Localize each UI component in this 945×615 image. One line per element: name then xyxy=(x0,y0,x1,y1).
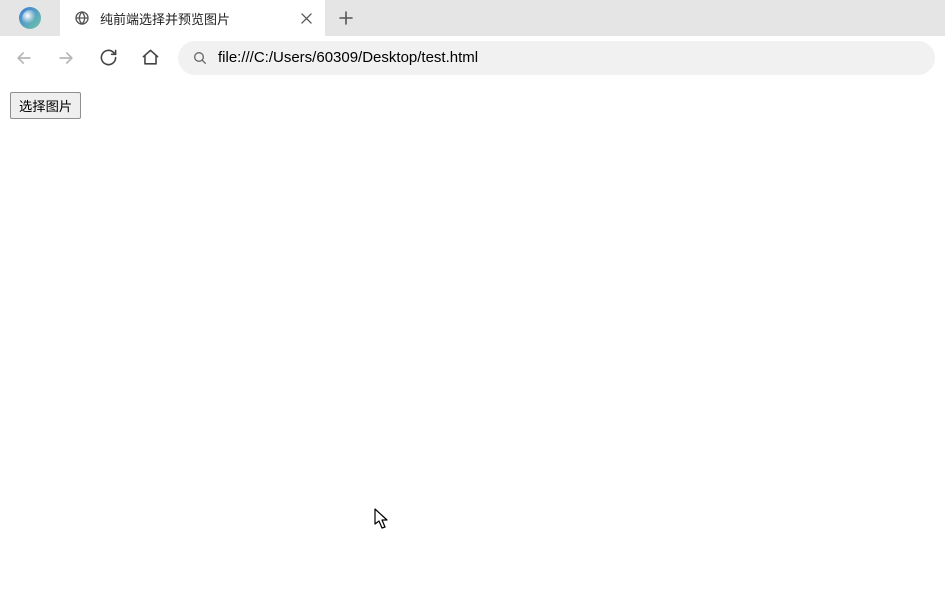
tab-close-button[interactable] xyxy=(297,9,315,27)
browser-logo xyxy=(0,0,60,36)
new-tab-button[interactable] xyxy=(329,2,363,34)
plus-icon xyxy=(339,11,353,25)
address-url: file:///C:/Users/60309/Desktop/test.html xyxy=(218,49,478,66)
active-tab[interactable]: 纯前端选择并预览图片 xyxy=(60,0,325,36)
close-icon xyxy=(301,13,312,24)
tab-title: 纯前端选择并预览图片 xyxy=(100,9,287,28)
forward-button[interactable] xyxy=(52,44,80,72)
reload-button[interactable] xyxy=(94,44,122,72)
home-button[interactable] xyxy=(136,44,164,72)
arrow-left-icon xyxy=(14,48,34,68)
browser-logo-icon xyxy=(19,7,41,29)
back-button[interactable] xyxy=(10,44,38,72)
mouse-cursor-icon xyxy=(374,508,390,530)
address-bar[interactable]: file:///C:/Users/60309/Desktop/test.html xyxy=(178,41,935,75)
page-content: 选择图片 xyxy=(0,80,945,131)
search-icon xyxy=(192,50,208,66)
arrow-right-icon xyxy=(56,48,76,68)
tab-strip: 纯前端选择并预览图片 xyxy=(0,0,945,36)
choose-image-button[interactable]: 选择图片 xyxy=(10,92,81,119)
globe-icon xyxy=(74,10,90,26)
reload-icon xyxy=(99,48,118,67)
home-icon xyxy=(141,48,160,67)
toolbar: file:///C:/Users/60309/Desktop/test.html xyxy=(0,36,945,80)
